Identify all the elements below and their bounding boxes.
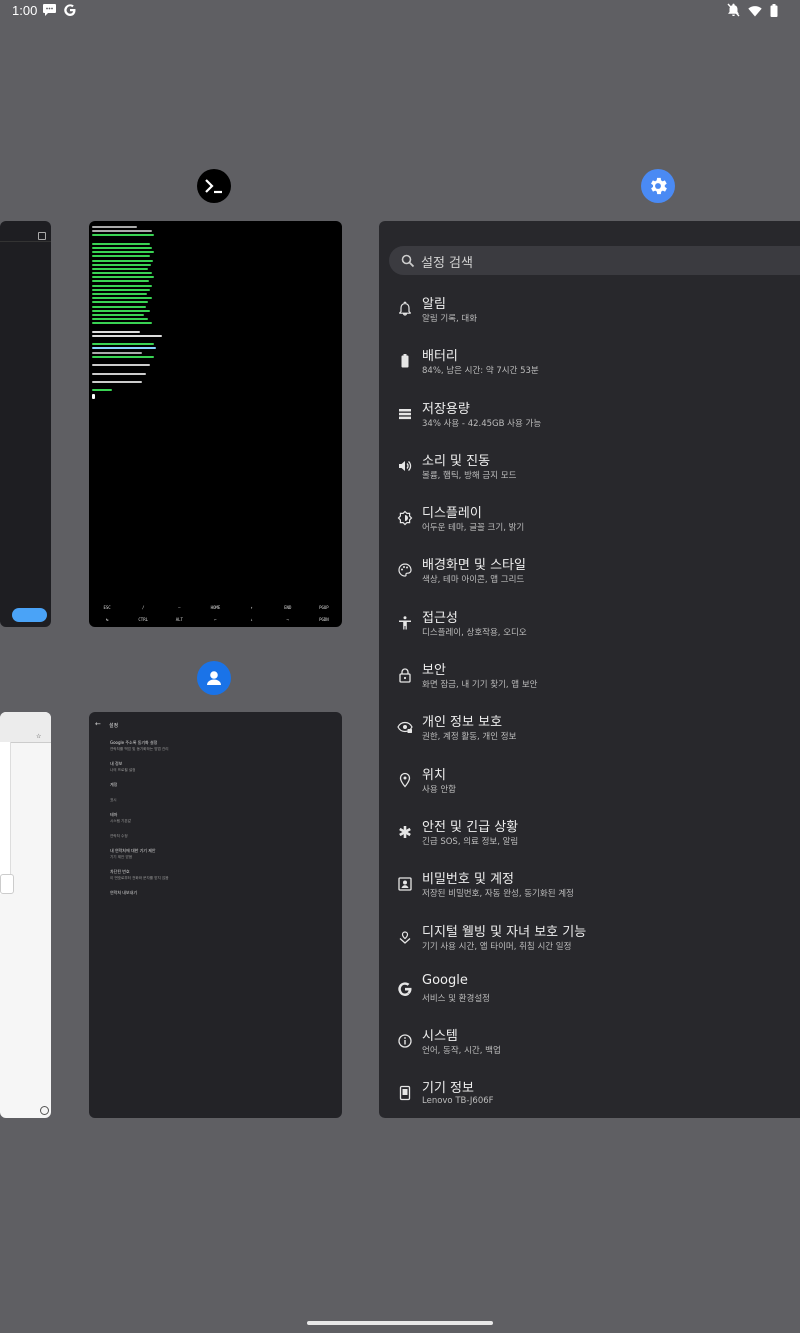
volume-icon xyxy=(397,458,413,474)
list-item: 차단된 번호 이 번호로부터 전화와 문자를 받지 않음 xyxy=(110,869,169,880)
brightness-icon xyxy=(397,510,413,526)
storage-icon xyxy=(397,406,413,422)
key-pgup[interactable]: PGUP xyxy=(309,605,339,610)
key-right[interactable]: → xyxy=(273,617,303,622)
key-left[interactable]: ← xyxy=(200,617,230,622)
settings-item-google[interactable]: Google 서비스 및 환경설정 xyxy=(379,969,799,1021)
settings-item-privacy[interactable]: 개인 정보 보호 권한, 계정 활동, 개인 정보 xyxy=(379,707,799,759)
info-icon xyxy=(397,1033,413,1049)
list-item: 표시 xyxy=(110,798,117,802)
termux-recent-card[interactable]: ESC / ― HOME ↑ END PGUP ↹ CTRL ALT ← ↓ →… xyxy=(89,221,342,627)
list-item: 계정 xyxy=(110,782,118,787)
settings-item-sound[interactable]: 소리 및 진동 볼륨, 햅틱, 방해 금지 모드 xyxy=(379,446,799,498)
key-tab[interactable]: ↹ xyxy=(92,617,122,622)
lock-icon xyxy=(397,667,413,683)
settings-item-wellbeing[interactable]: 디지털 웰빙 및 자녀 보호 기능 기기 사용 시간, 앱 타이머, 취침 시간… xyxy=(379,917,799,969)
settings-item-system[interactable]: 시스템 언어, 동작, 시간, 백업 xyxy=(379,1021,799,1073)
bell-icon xyxy=(397,301,413,317)
settings-item-wallpaper[interactable]: 배경화면 및 스타일 색상, 테마 아이콘, 앱 그리드 xyxy=(379,550,799,602)
key-home[interactable]: HOME xyxy=(200,605,230,610)
palette-icon xyxy=(397,562,413,578)
settings-recent-card[interactable]: 설정 검색 알림 알림 기록, 대화 배터리 84%, 남은 시간: 약 7시간… xyxy=(379,221,800,1118)
key-pgdn[interactable]: PGDN xyxy=(309,617,339,622)
left-card-fab xyxy=(12,608,47,622)
terminal-output xyxy=(92,226,332,401)
termux-extra-keys: ESC / ― HOME ↑ END PGUP ↹ CTRL ALT ← ↓ →… xyxy=(89,601,342,627)
status-bar: 1:00 xyxy=(0,0,800,22)
notifications-off-icon xyxy=(727,3,740,22)
star-icon: ☆ xyxy=(36,733,42,740)
list-item: 내 정보 나의 프로필 설정 xyxy=(110,761,136,772)
power-icon xyxy=(40,1106,49,1115)
wellbeing-icon xyxy=(397,929,413,945)
browser-side-panel xyxy=(0,742,11,894)
key-ctrl[interactable]: CTRL xyxy=(128,617,158,622)
key-end[interactable]: END xyxy=(273,605,303,610)
emergency-asterisk-icon xyxy=(397,824,413,840)
settings-list: 알림 알림 기록, 대화 배터리 84%, 남은 시간: 약 7시간 53분 저… xyxy=(379,289,799,1118)
message-notification-icon xyxy=(42,3,57,22)
wifi-icon xyxy=(748,4,762,22)
settings-item-notifications[interactable]: 알림 알림 기록, 대화 xyxy=(379,289,799,341)
google-g-icon xyxy=(397,981,413,997)
search-icon xyxy=(401,253,415,272)
gesture-nav-handle[interactable] xyxy=(307,1321,493,1325)
status-time: 1:00 xyxy=(12,3,38,18)
contacts-settings-title: 설정 xyxy=(109,723,119,729)
contacts-recent-card[interactable]: ← 설정 Google 주소록 동기화 설정 연락처를 백업 및 동기화하는 방… xyxy=(89,712,342,1118)
search-input[interactable]: 설정 검색 xyxy=(421,252,473,271)
location-pin-icon xyxy=(397,772,413,788)
key-alt[interactable]: ALT xyxy=(164,617,194,622)
list-item: 내 연락처에 대한 기기 제안 기기 제안 받음 xyxy=(110,848,156,859)
settings-item-passwords[interactable]: 비밀번호 및 계정 저장된 비밀번호, 자동 완성, 동기화된 계정 xyxy=(379,864,799,916)
google-notification-icon xyxy=(63,3,77,22)
back-arrow-icon: ← xyxy=(95,720,101,728)
settings-item-safety[interactable]: 안전 및 긴급 상황 긴급 SOS, 의료 정보, 알림 xyxy=(379,812,799,864)
key-dash[interactable]: ― xyxy=(164,605,194,610)
privacy-eye-icon xyxy=(397,719,413,735)
browser-toolbar xyxy=(0,712,51,743)
key-esc[interactable]: ESC xyxy=(92,605,122,610)
settings-item-battery[interactable]: 배터리 84%, 남은 시간: 약 7시간 53분 xyxy=(379,341,799,393)
settings-item-location[interactable]: 위치 사용 안함 xyxy=(379,760,799,812)
settings-search-bar[interactable]: 설정 검색 xyxy=(389,246,800,275)
settings-app-icon[interactable] xyxy=(641,169,675,203)
list-item: Google 주소록 동기화 설정 연락처를 백업 및 동기화하는 방법 관리 xyxy=(110,740,169,751)
settings-item-security[interactable]: 보안 화면 잠금, 내 기기 찾기, 앱 보안 xyxy=(379,655,799,707)
accessibility-icon xyxy=(397,615,413,631)
settings-item-about[interactable]: 기기 정보 Lenovo TB-J606F xyxy=(379,1073,799,1118)
list-item: 테마 시스템 기본값 xyxy=(110,812,131,823)
settings-item-accessibility[interactable]: 접근성 디스플레이, 상호작용, 오디오 xyxy=(379,603,799,655)
account-box-icon xyxy=(397,876,413,892)
list-item: 연락처 내보내기 xyxy=(110,890,138,895)
contacts-settings-list: Google 주소록 동기화 설정 연락처를 백업 및 동기화하는 방법 관리 … xyxy=(110,740,330,905)
settings-item-storage[interactable]: 저장용량 34% 사용 - 42.45GB 사용 가능 xyxy=(379,394,799,446)
termux-app-icon[interactable] xyxy=(197,169,231,203)
battery-icon xyxy=(397,353,413,369)
battery-status-icon xyxy=(770,3,778,22)
scroll-top-icon xyxy=(0,874,14,894)
tablet-icon xyxy=(397,1085,413,1101)
key-up[interactable]: ↑ xyxy=(237,605,267,610)
contacts-app-icon[interactable] xyxy=(197,661,231,695)
recent-app-card-left-top[interactable] xyxy=(0,221,51,627)
key-slash[interactable]: / xyxy=(128,605,158,610)
key-down[interactable]: ↓ xyxy=(237,617,267,622)
settings-item-display[interactable]: 디스플레이 어두운 테마, 글꼴 크기, 밝기 xyxy=(379,498,799,550)
list-item: 연락처 수정 xyxy=(110,834,128,838)
save-icon xyxy=(38,232,46,240)
recent-app-card-left-bottom[interactable]: ☆ xyxy=(0,712,51,1118)
